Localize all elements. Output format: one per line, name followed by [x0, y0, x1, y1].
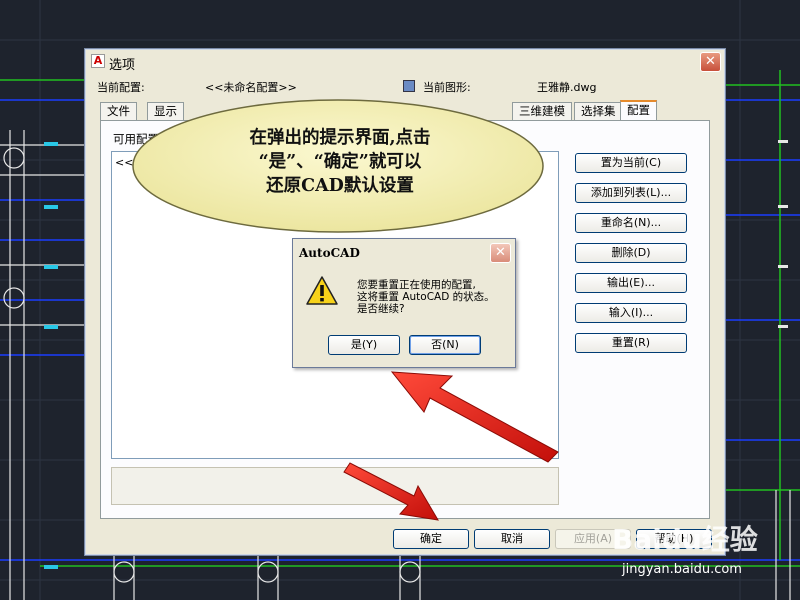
popup-message-line: 您要重置正在使用的配置, [357, 279, 476, 291]
tab-profiles[interactable]: 配置 [620, 100, 657, 121]
current-profile-label: 当前配置: [97, 81, 145, 94]
tab-selection[interactable]: 选择集 [574, 102, 623, 120]
popup-message-line: 是否继续? [357, 303, 405, 315]
profile-description-box [111, 467, 559, 505]
dialog-close-button[interactable]: ✕ [700, 52, 721, 72]
callout-line: 在弹出的提示界面,点击 [249, 128, 431, 148]
warning-triangle-icon [306, 276, 338, 305]
popup-title: AutoCAD [299, 246, 360, 260]
reset-confirm-dialog: AutoCAD ✕ 您要重置正在使用的配置, 这将重置 AutoCAD 的状态。… [292, 238, 516, 368]
rename-button[interactable]: 重命名(N)... [575, 213, 687, 233]
popup-body: 您要重置正在使用的配置, 这将重置 AutoCAD 的状态。 是否继续? 是(Y… [299, 267, 509, 361]
options-titlebar[interactable]: A 选项 ✕ [85, 49, 725, 75]
no-button[interactable]: 否(N) [409, 335, 481, 355]
export-button[interactable]: 输出(E)... [575, 273, 687, 293]
import-button[interactable]: 输入(I)... [575, 303, 687, 323]
tab-3d-modeling[interactable]: 三维建模 [512, 102, 572, 120]
baidu-jingyan-watermark-logo: Baidu经验 [612, 523, 758, 556]
callout-line: “是”、“确定”就可以 [258, 152, 422, 172]
yes-button[interactable]: 是(Y) [328, 335, 400, 355]
reset-button[interactable]: 重置(R) [575, 333, 687, 353]
popup-titlebar[interactable]: AutoCAD ✕ [293, 239, 515, 267]
drawing-file-icon [403, 80, 415, 92]
add-to-list-button[interactable]: 添加到列表(L)... [575, 183, 687, 203]
dialog-title: 选项 [109, 58, 136, 73]
available-profiles-label: 可用配置 [113, 132, 159, 146]
popup-close-button[interactable]: ✕ [490, 243, 511, 263]
popup-message-line: 这将重置 AutoCAD 的状态。 [357, 291, 495, 303]
delete-button[interactable]: 删除(D) [575, 243, 687, 263]
ok-button[interactable]: 确定 [393, 529, 469, 549]
cancel-button[interactable]: 取消 [474, 529, 550, 549]
set-current-button[interactable]: 置为当前(C) [575, 153, 687, 173]
watermark-url: jingyan.baidu.com [622, 562, 742, 577]
profile-list-item[interactable]: <<未命 [115, 154, 155, 170]
callout-line: 还原CAD默认设置 [266, 176, 414, 196]
tab-display[interactable]: 显示 [147, 102, 184, 120]
popup-message: 您要重置正在使用的配置, 这将重置 AutoCAD 的状态。 是否继续? [357, 279, 507, 315]
callout-text: 在弹出的提示界面,点击 “是”、“确定”就可以 还原CAD默认设置 [180, 126, 500, 198]
tab-files[interactable]: 文件 [100, 102, 137, 120]
current-drawing-value: 王雅静.dwg [537, 81, 597, 94]
current-profile-value: <<未命名配置>> [205, 81, 297, 94]
autocad-logo-icon: A [91, 54, 105, 68]
current-drawing-label: 当前图形: [423, 81, 471, 94]
